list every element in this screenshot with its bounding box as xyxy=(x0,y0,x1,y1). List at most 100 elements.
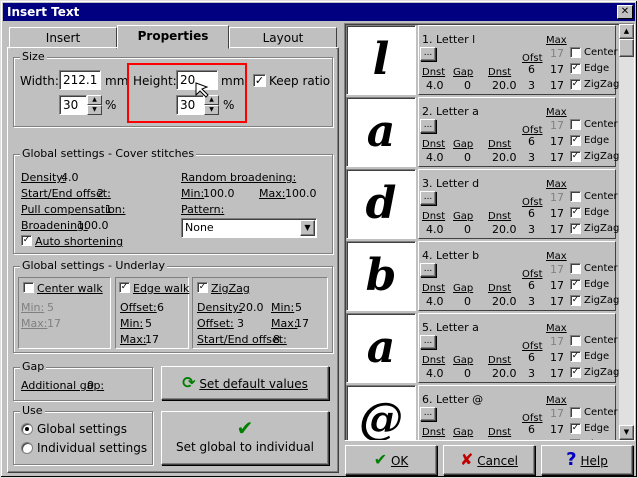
max-top-value[interactable]: 17 xyxy=(550,191,564,204)
edge-checkbox[interactable]: ✓ xyxy=(570,279,581,290)
help-button[interactable]: ? Help xyxy=(541,445,633,475)
max-mid-value[interactable]: 17 xyxy=(550,279,564,292)
edge-offset-value[interactable]: 6 xyxy=(157,301,164,314)
zigzag-checkbox[interactable]: ✓ xyxy=(570,151,581,162)
center-checkbox[interactable] xyxy=(570,263,581,274)
set-default-values-button[interactable]: ⟳ Set default values xyxy=(161,366,329,400)
zigzag-checkbox[interactable]: ✓ xyxy=(570,367,581,378)
zigzag-checkbox[interactable]: ✓ xyxy=(570,439,581,440)
letter-more-button[interactable]: ... xyxy=(420,335,436,349)
max-bottom-value[interactable]: 17 xyxy=(550,439,564,440)
width-input[interactable]: 212.1 xyxy=(59,70,101,90)
scroll-down-icon[interactable]: ▼ xyxy=(619,425,634,440)
max-mid-value[interactable]: 17 xyxy=(550,207,564,220)
ofst-value[interactable]: 6 xyxy=(528,279,535,292)
max-mid-value[interactable]: 17 xyxy=(550,63,564,76)
tab-properties[interactable]: Properties xyxy=(117,25,229,49)
ofst-bottom-value[interactable]: 3 xyxy=(528,439,535,440)
zz-density-value[interactable]: 20.0 xyxy=(239,301,264,314)
width-percent-input[interactable]: 30 xyxy=(59,95,87,115)
edge-checkbox[interactable]: ✓ xyxy=(570,135,581,146)
max-top-value[interactable]: 17 xyxy=(550,407,564,420)
dnst-value[interactable]: 4.0 xyxy=(426,223,444,236)
dnst-value[interactable]: 4.0 xyxy=(426,295,444,308)
ofst-bottom-value[interactable]: 3 xyxy=(528,151,535,164)
zigzag-checkbox[interactable]: ✓ xyxy=(570,223,581,234)
ofst-value[interactable]: 6 xyxy=(528,423,535,436)
random-max-value[interactable]: 100.0 xyxy=(285,187,317,200)
zz-max-value[interactable]: 17 xyxy=(295,317,309,330)
center-max-value[interactable]: 17 xyxy=(47,317,61,330)
individual-settings-radio[interactable] xyxy=(21,442,33,454)
center-checkbox[interactable] xyxy=(570,335,581,346)
edge-checkbox[interactable]: ✓ xyxy=(570,207,581,218)
auto-shortening-checkbox[interactable]: ✓ xyxy=(21,235,32,246)
dnst-value[interactable]: 4.0 xyxy=(426,367,444,380)
letter-more-button[interactable]: ... xyxy=(420,191,436,205)
dnst-value[interactable]: 4.0 xyxy=(426,79,444,92)
max-mid-value[interactable]: 17 xyxy=(550,135,564,148)
max-top-value[interactable]: 17 xyxy=(550,47,564,60)
zz-start-end-value[interactable]: 8 xyxy=(273,333,280,346)
broadening-value[interactable]: 100.0 xyxy=(77,219,109,232)
edge-min-value[interactable]: 5 xyxy=(145,317,152,330)
start-end-offset-value[interactable]: 2 xyxy=(97,187,104,200)
center-walk-checkbox[interactable] xyxy=(23,282,34,293)
dnst2-value[interactable]: 20.0 xyxy=(492,151,517,164)
zigzag-checkbox[interactable]: ✓ xyxy=(570,295,581,306)
random-min-value[interactable]: 100.0 xyxy=(203,187,235,200)
edge-checkbox[interactable]: ✓ xyxy=(570,423,581,434)
set-global-to-individual-button[interactable]: ✔ Set global to individual xyxy=(161,411,329,465)
letter-more-button[interactable]: ... xyxy=(420,47,436,61)
ofst-bottom-value[interactable]: 3 xyxy=(528,79,535,92)
tab-insert[interactable]: Insert xyxy=(9,27,117,49)
gap-value[interactable]: 0 xyxy=(464,295,471,308)
max-bottom-value[interactable]: 17 xyxy=(550,295,564,308)
edge-walk-checkbox[interactable]: ✓ xyxy=(119,282,130,293)
gap-value[interactable]: 0 xyxy=(464,79,471,92)
ofst-bottom-value[interactable]: 3 xyxy=(528,223,535,236)
dnst-value[interactable]: 4.0 xyxy=(426,151,444,164)
max-mid-value[interactable]: 17 xyxy=(550,351,564,364)
pattern-select[interactable]: None xyxy=(181,218,317,238)
close-button[interactable]: ✕ xyxy=(617,5,633,19)
tab-layout[interactable]: Layout xyxy=(229,27,337,49)
edge-checkbox[interactable]: ✓ xyxy=(570,63,581,74)
letter-more-button[interactable]: ... xyxy=(420,407,436,421)
dnst2-value[interactable]: 20.0 xyxy=(492,295,517,308)
letter-more-button[interactable]: ... xyxy=(420,263,436,277)
max-mid-value[interactable]: 17 xyxy=(550,423,564,436)
dnst-value[interactable]: 4.0 xyxy=(426,439,444,440)
spin-down-icon[interactable]: ▼ xyxy=(204,105,219,115)
keep-ratio-checkbox[interactable]: ✓ xyxy=(253,74,266,87)
width-percent-spinner[interactable]: ▲ ▼ xyxy=(87,95,102,115)
density-value[interactable]: 4.0 xyxy=(61,171,79,184)
edge-max-value[interactable]: 17 xyxy=(145,333,159,346)
spin-up-icon[interactable]: ▲ xyxy=(87,95,102,105)
center-checkbox[interactable] xyxy=(570,119,581,130)
max-bottom-value[interactable]: 17 xyxy=(550,223,564,236)
vertical-scrollbar[interactable]: ▲ ▼ xyxy=(619,24,634,440)
center-checkbox[interactable] xyxy=(570,47,581,58)
ofst-value[interactable]: 6 xyxy=(528,135,535,148)
max-bottom-value[interactable]: 17 xyxy=(550,367,564,380)
dnst2-value[interactable]: 20.0 xyxy=(492,367,517,380)
spin-down-icon[interactable]: ▼ xyxy=(87,105,102,115)
gap-value[interactable]: 0 xyxy=(464,223,471,236)
ofst-value[interactable]: 6 xyxy=(528,207,535,220)
cancel-button[interactable]: ✘ Cancel xyxy=(443,445,535,475)
zigzag-checkbox[interactable]: ✓ xyxy=(197,282,208,293)
dnst2-value[interactable]: 20.0 xyxy=(492,439,517,440)
pull-compensation-value[interactable]: 1 xyxy=(105,203,112,216)
zz-offset-value[interactable]: 3 xyxy=(237,317,244,330)
gap-value[interactable]: 0 xyxy=(464,439,471,440)
dropdown-arrow-icon[interactable]: ▼ xyxy=(300,220,315,236)
center-min-value[interactable]: 5 xyxy=(47,301,54,314)
center-checkbox[interactable] xyxy=(570,407,581,418)
ofst-bottom-value[interactable]: 3 xyxy=(528,295,535,308)
ofst-value[interactable]: 6 xyxy=(528,351,535,364)
edge-checkbox[interactable]: ✓ xyxy=(570,351,581,362)
dnst2-value[interactable]: 20.0 xyxy=(492,223,517,236)
scroll-up-icon[interactable]: ▲ xyxy=(619,24,634,39)
max-top-value[interactable]: 17 xyxy=(550,263,564,276)
